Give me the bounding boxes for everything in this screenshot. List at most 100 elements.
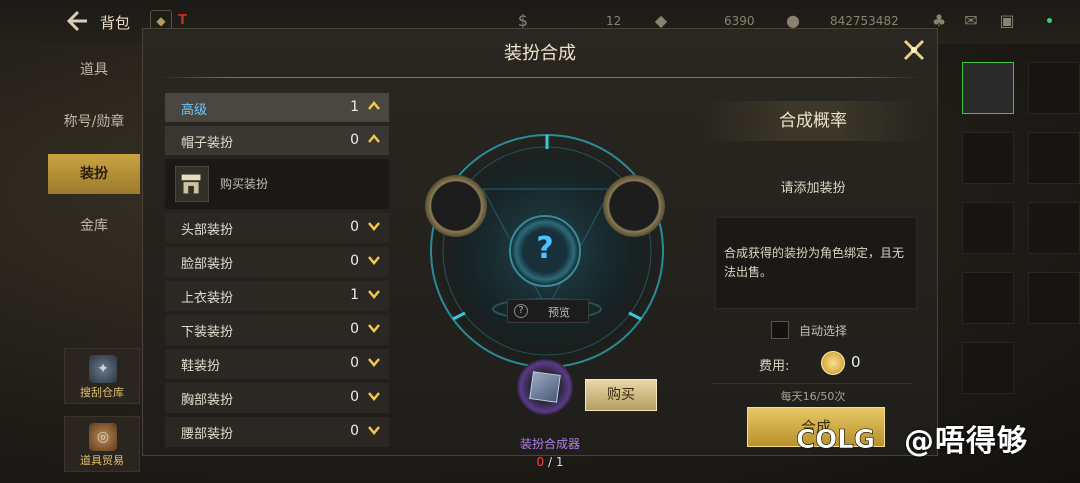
mail-icon[interactable]: ✉ bbox=[960, 12, 982, 30]
broom-icon: ✦ bbox=[89, 355, 117, 383]
buy-item-label: 购买装扮 bbox=[220, 177, 269, 191]
subcategory-label: 头部装扮 bbox=[181, 223, 234, 238]
inventory-slot[interactable] bbox=[962, 132, 1014, 184]
subcategory-count: 0 bbox=[350, 355, 359, 371]
add-avatar-prompt: 请添加装扮 bbox=[780, 181, 846, 196]
resource-2: 6390 bbox=[724, 14, 755, 28]
chevron-up-icon bbox=[368, 134, 380, 143]
synthesis-area: ? ? 预览 购买 装扮合成器 0 / 1 bbox=[413, 109, 693, 469]
chevron-up-icon bbox=[368, 101, 380, 110]
chevron-down-icon bbox=[368, 290, 380, 299]
synthesizer-count: 0 / 1 bbox=[505, 455, 595, 469]
help-icon: ? bbox=[514, 304, 528, 318]
nav-item-items[interactable]: 道具 bbox=[48, 50, 140, 90]
inventory-slot[interactable] bbox=[962, 62, 1014, 114]
category-label: 帽子装扮 bbox=[181, 136, 234, 151]
watermark-text: @唔得够 bbox=[904, 424, 1028, 459]
chevron-down-icon bbox=[368, 256, 380, 265]
chevron-down-icon bbox=[368, 392, 380, 401]
gold-coin-icon bbox=[821, 351, 845, 375]
subcategory-label: 上衣装扮 bbox=[181, 291, 234, 306]
inventory-slot[interactable] bbox=[1028, 202, 1080, 254]
side-button-label: 搜刮仓库 bbox=[80, 386, 124, 399]
subcategory-label: 鞋装扮 bbox=[181, 359, 221, 374]
chevron-down-icon bbox=[368, 324, 380, 333]
side-button-label: 道具贸易 bbox=[80, 454, 124, 467]
inventory-slot[interactable] bbox=[1028, 62, 1080, 114]
inventory-slot[interactable] bbox=[1028, 132, 1080, 184]
close-icon[interactable] bbox=[899, 35, 929, 65]
probability-title: 合成概率 bbox=[703, 101, 923, 141]
inventory-slot[interactable] bbox=[962, 202, 1014, 254]
subcategory-top[interactable]: 上衣装扮 1 bbox=[165, 281, 389, 311]
info-box: 合成获得的装扮为角色绑定，且无法出售。 bbox=[715, 217, 917, 309]
synthesizer-name: 装扮合成器 bbox=[519, 437, 580, 451]
preview-label: 预览 bbox=[548, 306, 570, 319]
subcategory-chest[interactable]: 胸部装扮 0 bbox=[165, 383, 389, 413]
page-title: 背包 bbox=[100, 14, 131, 32]
inventory-slot[interactable] bbox=[1028, 272, 1080, 324]
category-advanced[interactable]: 高级 1 bbox=[165, 93, 389, 122]
subcategory-count: 0 bbox=[350, 321, 359, 337]
subcategory-label: 胸部装扮 bbox=[181, 393, 234, 408]
synthesizer-item[interactable] bbox=[517, 359, 573, 415]
inventory-slot[interactable] bbox=[962, 342, 1014, 394]
subcategory-label: 腰部装扮 bbox=[181, 427, 234, 442]
preview-button[interactable]: ? 预览 bbox=[507, 299, 589, 323]
nav-item-avatar[interactable]: 装扮 bbox=[48, 154, 140, 194]
resource-3: 842753482 bbox=[830, 14, 899, 28]
online-indicator bbox=[1047, 18, 1052, 23]
subcategory-label: 下装装扮 bbox=[181, 325, 234, 340]
left-nav: 道具 称号/勋章 装扮 金库 bbox=[48, 50, 140, 260]
back-arrow-icon[interactable] bbox=[64, 8, 90, 34]
probability-panel: 合成概率 请添加装扮 合成获得的装扮为角色绑定，且无法出售。 自动选择 费用: … bbox=[703, 93, 923, 449]
category-list: 高级 1 帽子装扮 0 购买装扮 头部装扮 0 脸部装扮 0 上衣装扮 1 下装… bbox=[165, 93, 389, 451]
chevron-down-icon bbox=[368, 222, 380, 231]
auto-select-checkbox[interactable] bbox=[771, 321, 789, 339]
title-divider bbox=[159, 77, 921, 78]
synthesizer-have: 0 bbox=[536, 455, 545, 469]
fee-value: 0 bbox=[851, 353, 861, 371]
subcategory-head[interactable]: 头部装扮 0 bbox=[165, 213, 389, 243]
subcategory-face[interactable]: 脸部装扮 0 bbox=[165, 247, 389, 277]
subcategory-count: 0 bbox=[350, 423, 359, 439]
synthesizer-need: / 1 bbox=[547, 455, 564, 469]
inventory-slot[interactable] bbox=[962, 272, 1014, 324]
subcategory-count: 0 bbox=[350, 253, 359, 269]
chevron-down-icon bbox=[368, 358, 380, 367]
subcategory-count: 0 bbox=[350, 389, 359, 405]
modal-title: 装扮合成 bbox=[504, 43, 576, 64]
result-slot[interactable]: ? bbox=[509, 215, 581, 287]
buy-button[interactable]: 购买 bbox=[585, 379, 657, 411]
category-count: 1 bbox=[350, 99, 359, 115]
svg-text:COLG: COLG bbox=[796, 425, 875, 455]
trade-icon: ◎ bbox=[89, 423, 117, 451]
category-hat[interactable]: 帽子装扮 0 bbox=[165, 126, 389, 155]
subcategory-waist[interactable]: 腰部装扮 0 bbox=[165, 417, 389, 447]
fee-label: 费用: bbox=[759, 359, 790, 374]
shop-icon bbox=[175, 166, 209, 202]
category-label: 高级 bbox=[181, 103, 208, 118]
material-slot-right[interactable] bbox=[603, 175, 665, 237]
resource-1: 12 bbox=[606, 14, 622, 28]
chevron-down-icon bbox=[368, 426, 380, 435]
colg-logo: COLG bbox=[796, 425, 876, 456]
buy-avatar-item[interactable]: 购买装扮 bbox=[165, 159, 389, 209]
category-count: 0 bbox=[350, 132, 359, 148]
subcategory-label: 脸部装扮 bbox=[181, 257, 234, 272]
question-icon: ? bbox=[536, 231, 554, 266]
auto-select-label: 自动选择 bbox=[799, 324, 848, 338]
subcategory-count: 1 bbox=[350, 287, 359, 303]
subcategory-bottom[interactable]: 下装装扮 0 bbox=[165, 315, 389, 345]
material-slot-left[interactable] bbox=[425, 175, 487, 237]
synthesis-modal: 装扮合成 高级 1 帽子装扮 0 购买装扮 头部装扮 0 脸部装扮 0 上衣装扮… bbox=[142, 28, 938, 469]
subcategory-shoes[interactable]: 鞋装扮 0 bbox=[165, 349, 389, 379]
cube-icon bbox=[529, 371, 561, 403]
side-button-trade[interactable]: ◎ 道具贸易 bbox=[64, 416, 140, 472]
side-button-storage[interactable]: ✦ 搜刮仓库 bbox=[64, 348, 140, 404]
nav-item-titles[interactable]: 称号/勋章 bbox=[48, 102, 140, 142]
chat-icon[interactable]: ▣ bbox=[996, 12, 1018, 30]
nav-item-vault[interactable]: 金库 bbox=[48, 206, 140, 246]
daily-limit: 每天16/50次 bbox=[713, 383, 913, 404]
subcategory-count: 0 bbox=[350, 219, 359, 235]
